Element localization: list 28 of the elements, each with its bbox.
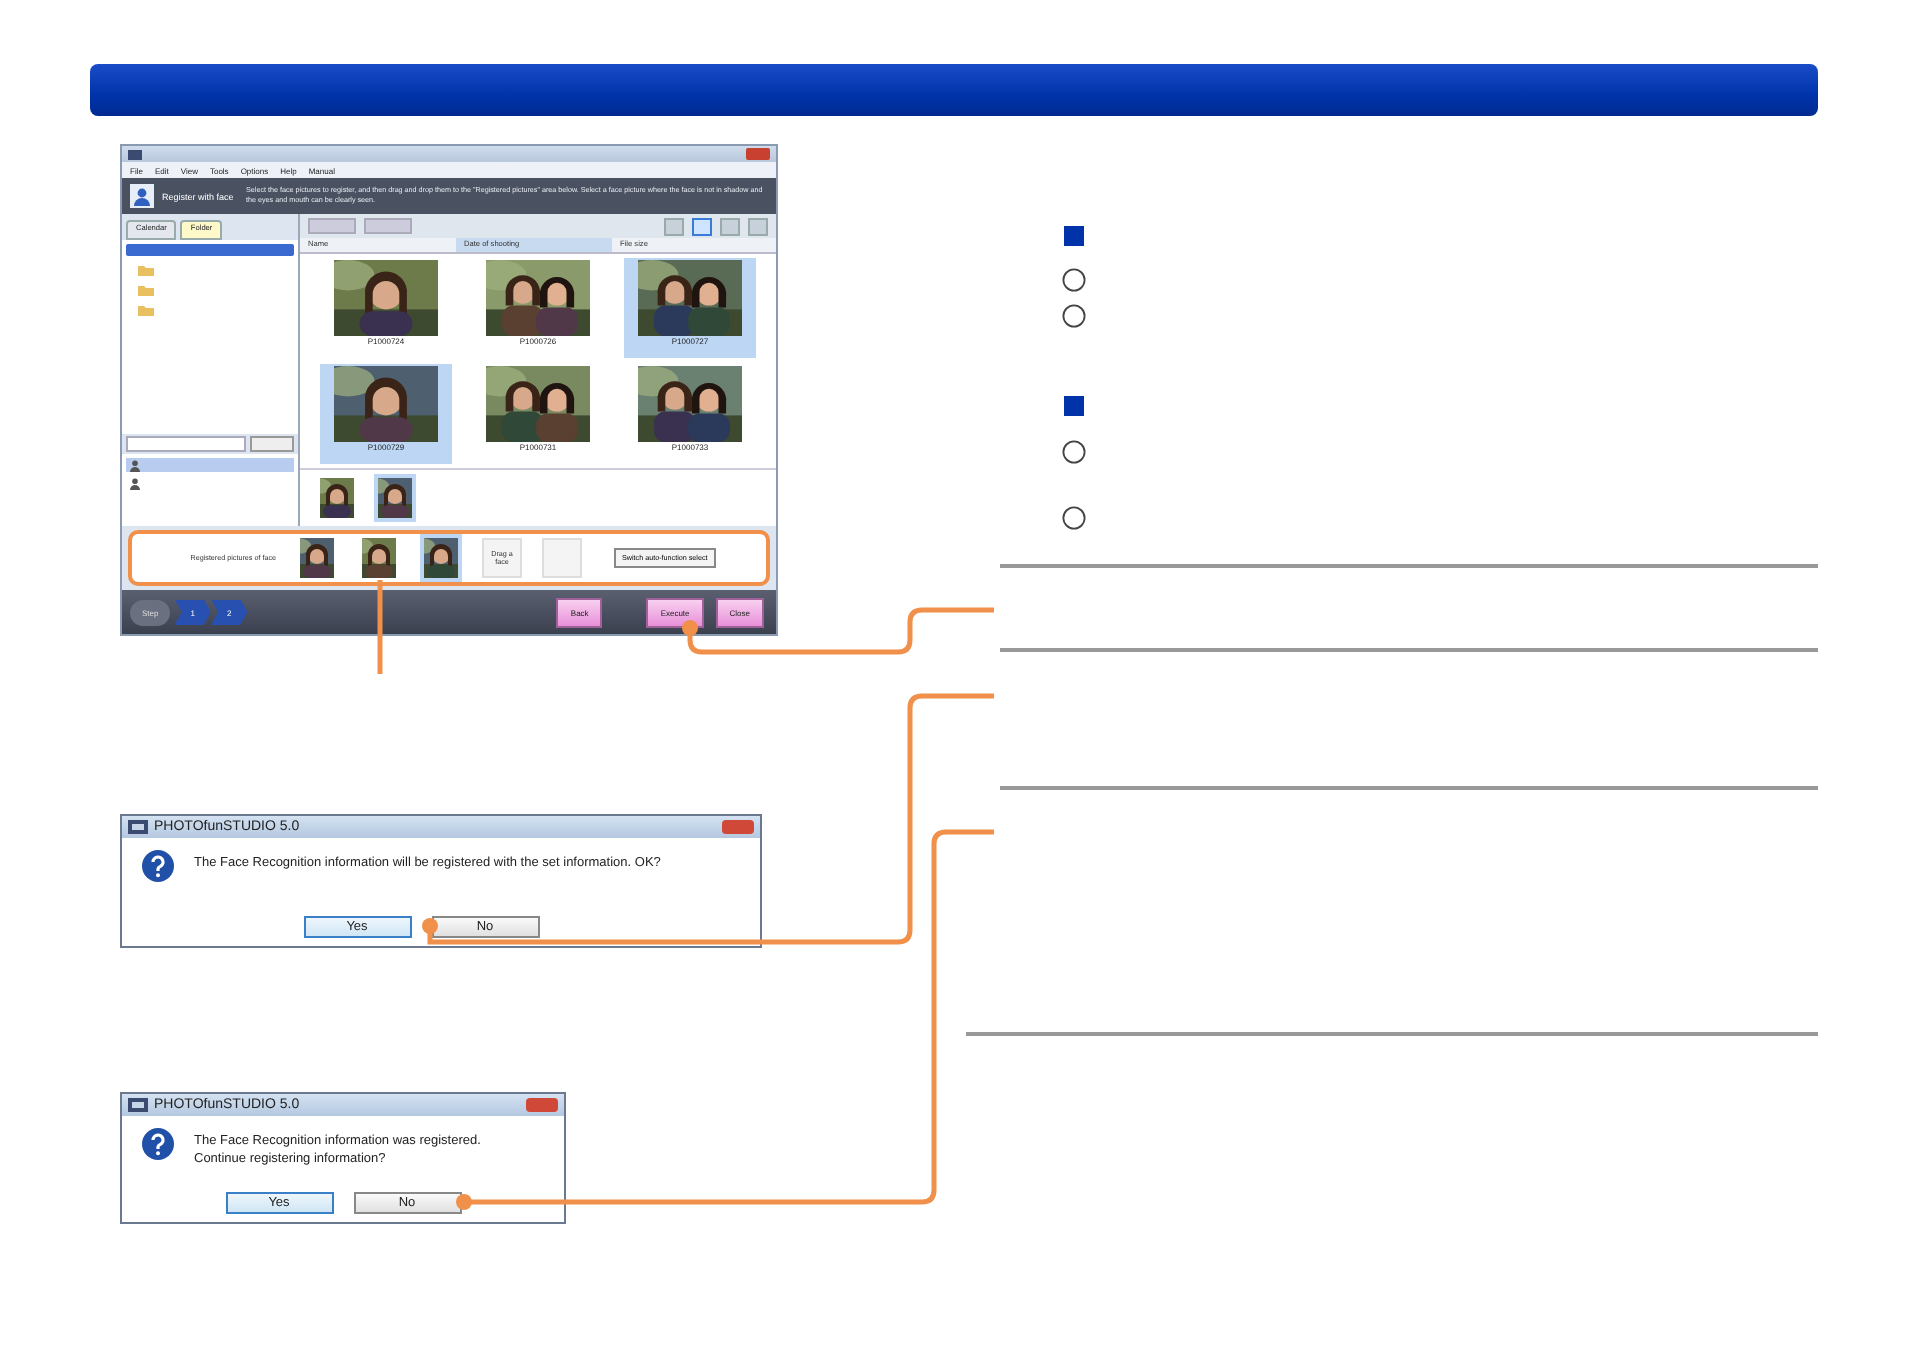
app-icon [128, 1098, 148, 1112]
square-bullet-icon [1064, 226, 1084, 246]
face-thumbnail[interactable] [296, 534, 338, 582]
circle-bullet-icon [1062, 268, 1086, 292]
toolbar-button[interactable] [308, 218, 356, 234]
square-bullet-icon [1064, 396, 1084, 416]
toolbar-button[interactable] [364, 218, 412, 234]
face-thumbnail[interactable] [374, 474, 416, 522]
question-icon [142, 850, 174, 882]
face-thumbnail[interactable] [358, 534, 400, 582]
search-field[interactable] [126, 436, 246, 452]
app-icon [128, 820, 148, 834]
person-item[interactable] [126, 458, 294, 472]
person-icon [130, 184, 154, 208]
face-thumbnail[interactable] [420, 534, 462, 582]
face-thumbnail[interactable] [316, 474, 358, 522]
empty-slot [542, 538, 582, 578]
search-button[interactable] [250, 436, 294, 452]
app-icon [128, 149, 142, 159]
close-button[interactable] [746, 148, 770, 160]
close-button[interactable] [526, 1098, 558, 1112]
person-icon [130, 459, 140, 471]
circle-bullet-icon [1062, 506, 1086, 530]
person-icon [130, 477, 140, 489]
question-icon [142, 1128, 174, 1160]
circle-bullet-icon [1062, 440, 1086, 464]
circle-bullet-icon [1062, 304, 1086, 328]
close-button[interactable] [722, 820, 754, 834]
